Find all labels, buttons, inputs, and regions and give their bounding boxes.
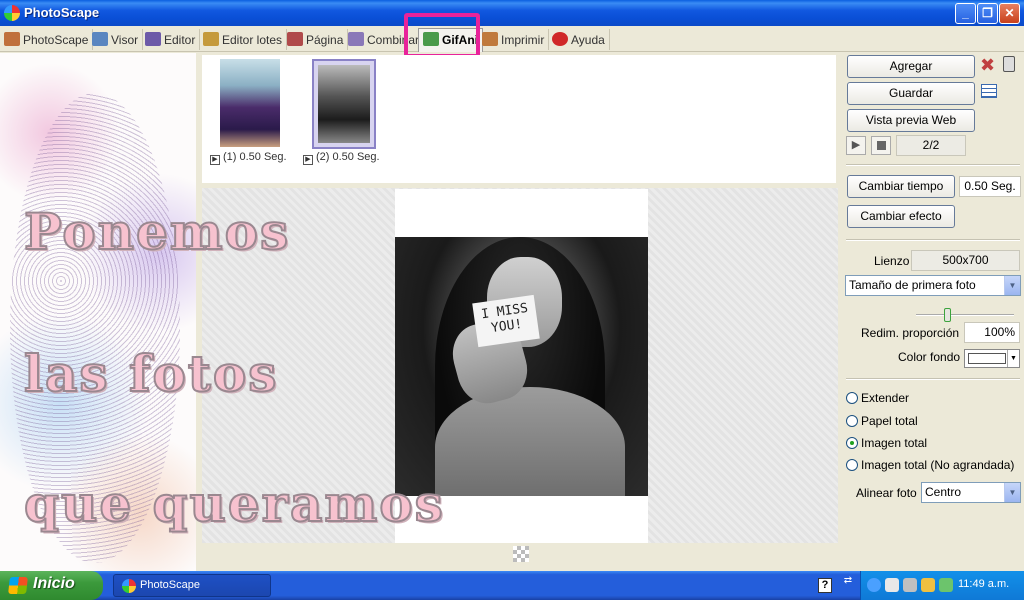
list-icon[interactable]	[981, 84, 997, 98]
play-icon: ▶	[210, 155, 220, 165]
canvas-label: Lienzo	[874, 254, 910, 268]
preview-photo: I MISS YOU!	[395, 237, 648, 496]
web-preview-button[interactable]: Vista previa Web	[847, 109, 975, 132]
radio-imagen-total[interactable]: Imagen total	[846, 436, 927, 450]
transparency-checker-icon	[513, 546, 529, 562]
window-title: PhotoScape	[24, 5, 100, 20]
photoscape-app-icon	[4, 5, 20, 21]
resize-slider[interactable]	[916, 308, 1014, 322]
tab-photoscape[interactable]: PhotoScape	[0, 29, 94, 50]
resize-label: Redim. proporción	[861, 326, 960, 340]
print-icon	[482, 32, 498, 46]
radio-papel-total[interactable]: Papel total	[846, 414, 918, 428]
frame-counter: 2/2	[896, 135, 966, 156]
right-panel: Agregar ✖ Guardar Vista previa Web ▶ 2/2…	[840, 53, 1024, 571]
sync-icon[interactable]: ⇄	[841, 576, 855, 594]
frame-thumbnail-2[interactable]	[312, 59, 376, 149]
save-button[interactable]: Guardar	[847, 82, 975, 105]
frame-thumbnail-1[interactable]	[220, 59, 280, 147]
tab-label: Editor lotes	[222, 33, 283, 47]
minimize-button[interactable]: _	[955, 3, 976, 24]
overlay-line-1: Ponemos	[23, 201, 291, 262]
viewer-icon	[92, 32, 108, 46]
frame-label-1: ▶ (1) 0.50 Seg.	[210, 151, 287, 165]
frames-strip: ▶ (1) 0.50 Seg. ▶ (2) 0.50 Seg.	[202, 55, 836, 183]
tab-label: Página	[306, 33, 344, 47]
tab-editor-lotes[interactable]: Editor lotes	[199, 29, 288, 50]
tab-bar: PhotoScape Visor Editor Editor lotes Pág…	[0, 27, 1024, 52]
stop-button[interactable]	[871, 136, 891, 155]
help-icon	[552, 32, 568, 46]
tab-pagina[interactable]: Página	[283, 29, 349, 50]
taskbar-photoscape-button[interactable]: PhotoScape	[113, 574, 271, 597]
start-button[interactable]: Inicio	[0, 571, 103, 600]
tab-label: Ayuda	[571, 33, 605, 47]
tab-editor[interactable]: Editor	[141, 29, 201, 50]
play-button[interactable]: ▶	[846, 136, 866, 155]
photoscape-window: PhotoScape _ ❐ ✕ PhotoScape Visor Editor…	[0, 0, 1024, 571]
stop-icon	[877, 141, 886, 150]
play-icon: ▶	[303, 155, 313, 165]
page-icon	[287, 32, 303, 46]
resize-input[interactable]: 100%	[964, 322, 1020, 343]
size-mode-select[interactable]: Tamaño de primera foto ▼	[845, 275, 1021, 296]
radio-extender[interactable]: Extender	[846, 391, 909, 405]
tab-label: Visor	[111, 33, 139, 47]
gifani-highlight-box	[404, 13, 480, 58]
tab-label: PhotoScape	[23, 33, 89, 47]
device-icon[interactable]	[939, 578, 953, 592]
maximize-button[interactable]: ❐	[977, 3, 998, 24]
chevron-down-icon: ▼	[1007, 350, 1019, 367]
align-label: Alinear foto	[856, 486, 917, 500]
network-icon[interactable]	[885, 578, 899, 592]
batch-editor-icon	[203, 32, 219, 46]
system-tray: 11:49 a.m.	[860, 571, 1024, 600]
radio-imagen-total-no-agrandada[interactable]: Imagen total (No agrandada)	[846, 458, 1014, 472]
overlay-line-2: las fotos	[23, 343, 279, 404]
tray-arrow-icon[interactable]	[867, 578, 881, 592]
tab-ayuda[interactable]: Ayuda	[548, 29, 610, 50]
time-value: 0.50 Seg.	[959, 176, 1021, 197]
security-icon[interactable]	[921, 578, 935, 592]
taskbar: Inicio PhotoScape 11:49 a.m.	[0, 571, 1024, 600]
combine-icon	[348, 32, 364, 46]
tab-label: Editor	[164, 33, 196, 47]
help-icon[interactable]: ?	[818, 578, 832, 593]
photoscape-app-icon	[122, 579, 136, 593]
tab-label: Imprimir	[501, 33, 545, 47]
overlay-line-3: que queramos	[23, 473, 445, 534]
trash-icon[interactable]	[1003, 56, 1015, 72]
chevron-down-icon: ▼	[1004, 276, 1020, 295]
tab-visor[interactable]: Visor	[88, 29, 144, 50]
align-select[interactable]: Centro ▼	[921, 482, 1021, 503]
windows-logo-icon	[8, 577, 28, 594]
bg-color-picker[interactable]: ▼	[964, 349, 1020, 368]
editor-icon	[145, 32, 161, 46]
change-effect-button[interactable]: Cambiar efecto	[847, 205, 955, 228]
photo-note: I MISS YOU!	[472, 294, 540, 348]
chevron-down-icon: ▼	[1004, 483, 1020, 502]
close-button[interactable]: ✕	[999, 3, 1020, 24]
canvas-size-value: 500x700	[911, 250, 1020, 271]
volume-icon[interactable]	[903, 578, 917, 592]
change-time-button[interactable]: Cambiar tiempo	[847, 175, 955, 198]
bg-color-label: Color fondo	[898, 350, 961, 364]
tab-imprimir[interactable]: Imprimir	[478, 29, 550, 50]
add-button[interactable]: Agregar	[847, 55, 975, 78]
delete-icon[interactable]: ✖	[980, 56, 995, 74]
photoscape-icon	[4, 32, 20, 46]
frame-label-2: ▶ (2) 0.50 Seg.	[303, 151, 380, 165]
color-swatch	[968, 353, 1006, 364]
title-bar[interactable]: PhotoScape _ ❐ ✕	[0, 0, 1024, 26]
clock: 11:49 a.m.	[958, 578, 1010, 590]
